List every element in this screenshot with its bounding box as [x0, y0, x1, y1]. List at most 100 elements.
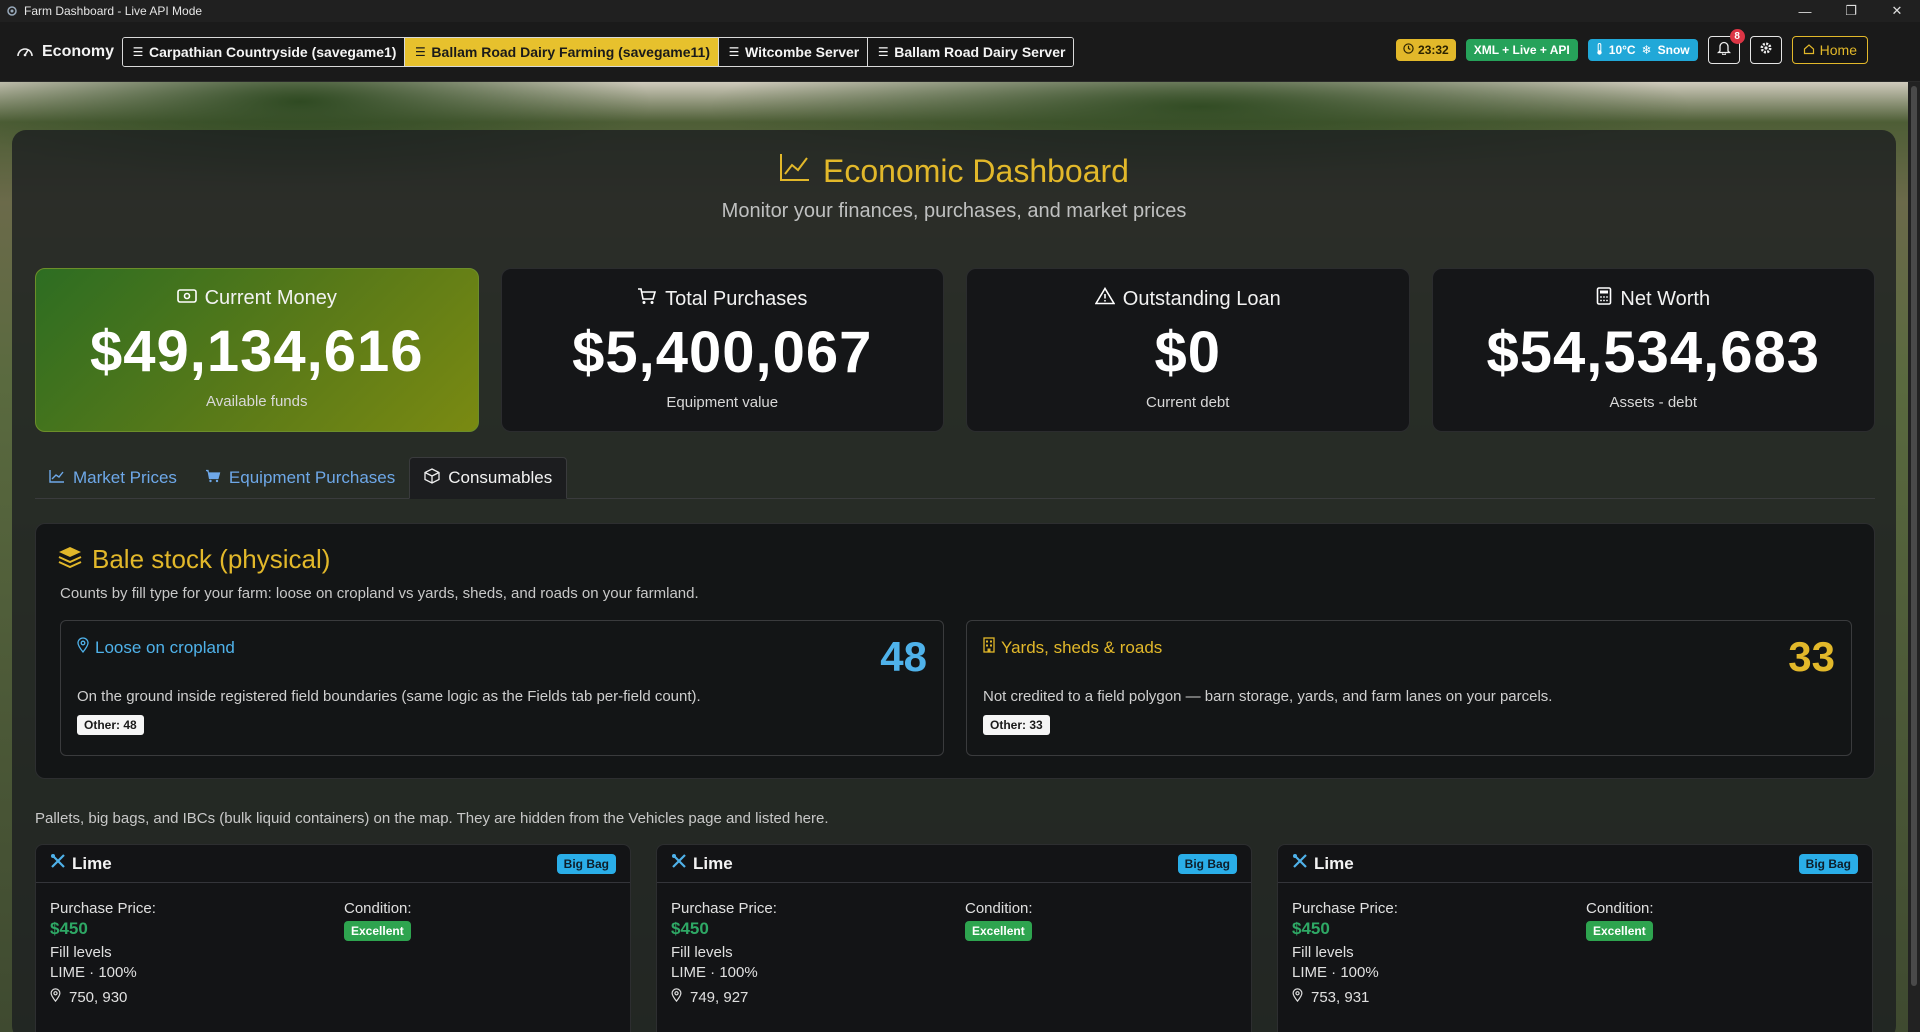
scrollbar-thumb[interactable]	[1911, 86, 1917, 986]
stat-sub: Equipment value	[666, 394, 779, 411]
stat-value: $0	[1154, 320, 1221, 385]
stat-card-net-worth: Net Worth $54,534,683 Assets - debt	[1431, 268, 1875, 432]
purchase-price-label: Purchase Price:	[671, 900, 777, 917]
data-mode-badge: XML + Live + API	[1465, 39, 1578, 61]
calculator-icon	[1596, 287, 1612, 311]
tab-market-prices[interactable]: Market Prices	[35, 457, 191, 499]
fill-levels-label: Fill levels	[671, 944, 733, 961]
snowflake-icon: ❄	[1641, 43, 1652, 57]
server-tab-witcombe[interactable]: ☰ Witcombe Server	[718, 37, 869, 66]
bale-stock-section: Bale stock (physical) Counts by fill typ…	[35, 523, 1875, 779]
condition-label: Condition:	[1586, 900, 1654, 917]
consumable-card[interactable]: Lime Big Bag Purchase Price: $450 Condit…	[35, 844, 631, 1032]
location-coords: 749, 927	[690, 988, 749, 1006]
home-icon	[1803, 42, 1815, 58]
server-tab-label: Ballam Road Dairy Farming (savegame11)	[431, 43, 710, 60]
map-pin-icon	[50, 988, 61, 1006]
bale-count: 48	[880, 633, 927, 680]
fill-type-badge: Other: 33	[983, 715, 1050, 735]
stat-value: $5,400,067	[572, 320, 873, 385]
game-time: 23:32	[1418, 43, 1449, 57]
bell-icon	[1716, 40, 1731, 60]
condition-badge: Excellent	[965, 921, 1032, 941]
minimize-icon[interactable]: —	[1782, 0, 1828, 22]
condition-badge: Excellent	[344, 921, 411, 941]
server-icon: ☰	[728, 44, 740, 59]
item-type-badge: Big Bag	[556, 854, 616, 874]
tab-label: Consumables	[448, 468, 553, 487]
stat-sub: Available funds	[206, 393, 308, 410]
top-navbar: Economy ☰ Carpathian Countryside (savega…	[0, 22, 1920, 82]
location-row: 750, 930	[50, 988, 127, 1006]
server-icon: ☰	[132, 44, 144, 59]
fill-levels-label: Fill levels	[50, 944, 112, 961]
close-icon[interactable]: ✕	[1874, 0, 1920, 22]
map-pin-icon	[1292, 988, 1303, 1006]
page-scrollbar[interactable]	[1908, 82, 1920, 1032]
server-tab-ballam-server[interactable]: ☰ Ballam Road Dairy Server	[868, 37, 1074, 66]
brand[interactable]: Economy	[14, 41, 114, 63]
box-icon	[424, 467, 440, 489]
game-time-badge: 23:32	[1396, 39, 1456, 61]
home-button[interactable]: Home	[1791, 36, 1868, 64]
tab-label: Equipment Purchases	[228, 468, 396, 487]
item-type-badge: Big Bag	[1798, 854, 1858, 874]
condition-label: Condition:	[965, 900, 1033, 917]
stat-card-current-money: Current Money $49,134,616 Available fund…	[35, 268, 479, 432]
page-title: Economic Dashboard	[12, 152, 1896, 190]
stat-value: $49,134,616	[89, 319, 424, 384]
consumable-card[interactable]: Lime Big Bag Purchase Price: $450 Condit…	[1277, 844, 1873, 1032]
purchase-price-value: $450	[50, 919, 88, 938]
bale-box-title: Loose on cropland	[95, 637, 235, 657]
server-selector: ☰ Carpathian Countryside (savegame1) ☰ B…	[122, 36, 1075, 67]
tools-icon	[671, 853, 687, 874]
bale-box-description: On the ground inside registered field bo…	[77, 688, 701, 705]
tab-consumables[interactable]: Consumables	[409, 457, 568, 499]
cart-icon	[205, 468, 221, 488]
fill-level-value: LIME · 100%	[671, 964, 758, 981]
bale-stock-description: Counts by fill type for your farm: loose…	[60, 585, 699, 602]
weather-temp: 10°C	[1608, 43, 1636, 57]
notifications-button[interactable]: 8	[1707, 29, 1745, 64]
stat-label: Net Worth	[1620, 287, 1711, 310]
stat-value: $54,534,683	[1486, 320, 1821, 385]
tab-equipment-purchases[interactable]: Equipment Purchases	[191, 457, 409, 499]
server-tab-ballam-savegame11[interactable]: ☰ Ballam Road Dairy Farming (savegame11)	[405, 37, 719, 66]
consumable-card[interactable]: Lime Big Bag Purchase Price: $450 Condit…	[656, 844, 1252, 1032]
stat-card-outstanding-loan: Outstanding Loan $0 Current debt	[966, 268, 1410, 432]
map-pin-icon	[77, 637, 89, 658]
gear-icon	[1759, 41, 1773, 60]
purchase-price-value: $450	[671, 919, 709, 938]
window-titlebar: Farm Dashboard - Live API Mode — ❐ ✕	[0, 0, 1920, 22]
restore-icon[interactable]: ❐	[1828, 0, 1874, 22]
location-coords: 753, 931	[1311, 988, 1370, 1006]
page-subtitle: Monitor your finances, purchases, and ma…	[721, 200, 1187, 222]
bale-stock-title: Bale stock (physical)	[58, 544, 330, 575]
server-tab-label: Witcombe Server	[744, 43, 860, 60]
stat-label: Current Money	[204, 287, 337, 309]
thermometer-icon	[1596, 42, 1603, 58]
server-tab-carpathian[interactable]: ☰ Carpathian Countryside (savegame1)	[123, 37, 406, 66]
condition-label: Condition:	[344, 900, 412, 917]
chart-line-icon	[779, 152, 811, 190]
tools-icon	[50, 853, 66, 874]
server-tab-label: Ballam Road Dairy Server	[894, 43, 1066, 60]
item-name: Lime	[72, 853, 112, 873]
window-title: Farm Dashboard - Live API Mode	[24, 4, 203, 18]
location-coords: 750, 930	[69, 988, 128, 1006]
chart-line-icon	[49, 468, 65, 488]
location-row: 753, 931	[1292, 988, 1369, 1006]
pallets-note: Pallets, big bags, and IBCs (bulk liquid…	[35, 810, 829, 827]
item-name: Lime	[1314, 853, 1354, 873]
tab-label: Market Prices	[73, 468, 177, 487]
speedometer-icon	[14, 41, 36, 63]
cart-icon	[637, 287, 657, 311]
bale-count: 33	[1788, 633, 1835, 680]
settings-button[interactable]	[1749, 36, 1782, 64]
condition-badge: Excellent	[1586, 921, 1653, 941]
fill-level-value: LIME · 100%	[1292, 964, 1379, 981]
notification-count: 8	[1729, 29, 1745, 44]
home-label: Home	[1819, 42, 1857, 58]
wallet-icon	[176, 287, 197, 310]
economy-tabs: Market Prices Equipment Purchases Consum…	[35, 457, 1875, 499]
